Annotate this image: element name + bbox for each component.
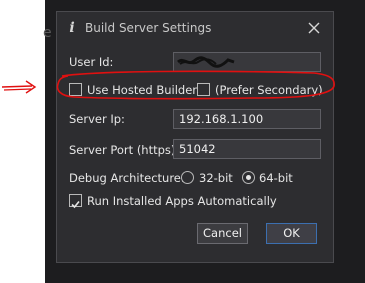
server-ip-label: Server Ip: [69,112,125,126]
ok-button[interactable]: OK [266,223,317,244]
redacted-scribble [177,56,235,68]
user-id-input[interactable] [173,52,321,72]
radio-32-bit-label: 32-bit [199,171,233,185]
radio-32-bit[interactable] [181,171,194,184]
server-port-label: Server Port (https): [69,143,180,157]
run-installed-apps-checkbox[interactable] [69,194,82,209]
prefer-secondary-checkbox[interactable] [197,83,210,96]
checkmark-icon [71,200,80,209]
background-text: e [43,25,52,41]
close-button[interactable] [303,17,325,39]
server-port-input[interactable]: 51042 [173,139,321,159]
info-icon: i [69,20,75,36]
build-server-settings-dialog: i Build Server Settings User Id: Use Hos… [56,11,334,263]
cancel-button[interactable]: Cancel [197,223,248,244]
title-bar: i Build Server Settings [57,12,333,44]
radio-64-bit[interactable] [242,171,255,184]
prefer-secondary-label: (Prefer Secondary) [215,83,323,97]
use-hosted-builder-checkbox[interactable] [69,83,82,96]
radio-64-bit-label: 64-bit [259,171,293,185]
red-arrow-annotation [1,80,37,94]
run-installed-apps-label: Run Installed Apps Automatically [87,194,277,208]
debug-architecture-label: Debug Architecture: [69,171,185,185]
dialog-title: Build Server Settings [85,21,212,35]
close-icon [308,22,320,34]
user-id-label: User Id: [69,55,114,69]
server-ip-input[interactable]: 192.168.1.100 [173,109,321,129]
use-hosted-builder-label: Use Hosted Builder [87,83,198,97]
screenshot: e i Build Server Settings User Id: Use H… [0,0,365,283]
